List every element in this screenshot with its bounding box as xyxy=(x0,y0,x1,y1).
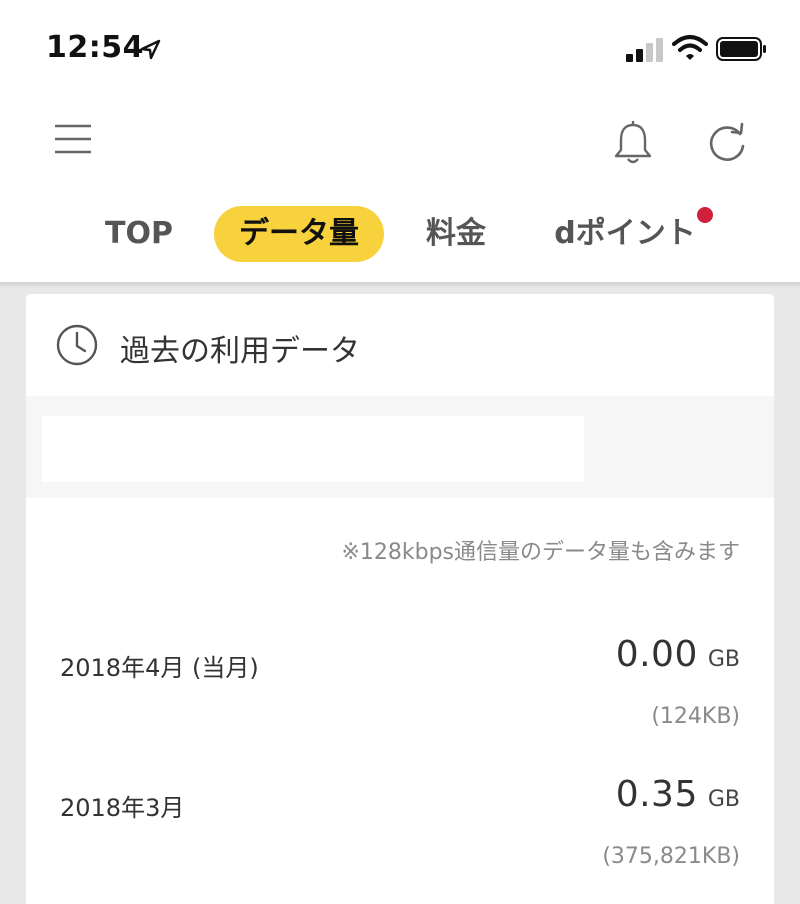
tab-bar: TOP データ量 料金 dポイント xyxy=(0,186,800,282)
clock-icon xyxy=(56,324,98,366)
usage-month: 2018年3月 xyxy=(60,794,185,822)
usage-value: 0.35 xyxy=(615,774,698,815)
app-screen: 12:54 TOP データ量 料金 dポイント 過去の利用データ ※128kbp… xyxy=(0,0,800,904)
usage-unit: GB xyxy=(707,787,740,812)
usage-value-group: 0.00 GB xyxy=(616,634,740,675)
tab-d-point[interactable]: dポイント xyxy=(540,206,710,262)
tab-data-usage[interactable]: データ量 xyxy=(214,206,384,262)
usage-row: 2018年4月 (当月) 0.00 GB (124KB) xyxy=(26,634,774,754)
card-header: 過去の利用データ xyxy=(26,294,774,396)
usage-value-group: 0.35 GB xyxy=(616,774,740,815)
wifi-icon xyxy=(672,35,708,60)
usage-history-card: 過去の利用データ ※128kbps通信量のデータ量も含みます 2018年4月 (… xyxy=(26,294,774,904)
usage-note: ※128kbps通信量のデータ量も含みます xyxy=(341,540,740,565)
notification-dot xyxy=(697,207,713,223)
cellular-signal-icon xyxy=(626,38,663,62)
usage-kb: (124KB) xyxy=(651,704,740,729)
bell-icon[interactable] xyxy=(610,120,656,166)
card-title: 過去の利用データ xyxy=(120,334,360,369)
usage-value: 0.00 xyxy=(615,634,698,675)
usage-month: 2018年4月 (当月) xyxy=(60,654,259,682)
app-header xyxy=(0,96,800,186)
usage-kb: (375,821KB) xyxy=(602,844,740,869)
header-shadow xyxy=(0,282,800,288)
hamburger-menu-icon[interactable] xyxy=(54,124,92,154)
battery-icon xyxy=(716,37,766,61)
status-time: 12:54 xyxy=(46,30,144,65)
usage-unit: GB xyxy=(707,647,740,672)
tab-top[interactable]: TOP xyxy=(84,206,194,262)
status-bar: 12:54 xyxy=(0,0,800,96)
period-selector-area xyxy=(26,396,774,498)
refresh-icon[interactable] xyxy=(704,120,750,166)
tab-fee[interactable]: 料金 xyxy=(406,206,506,262)
usage-row: 2018年3月 0.35 GB (375,821KB) xyxy=(26,774,774,894)
location-arrow-icon xyxy=(140,39,161,60)
period-selector[interactable] xyxy=(42,416,584,482)
